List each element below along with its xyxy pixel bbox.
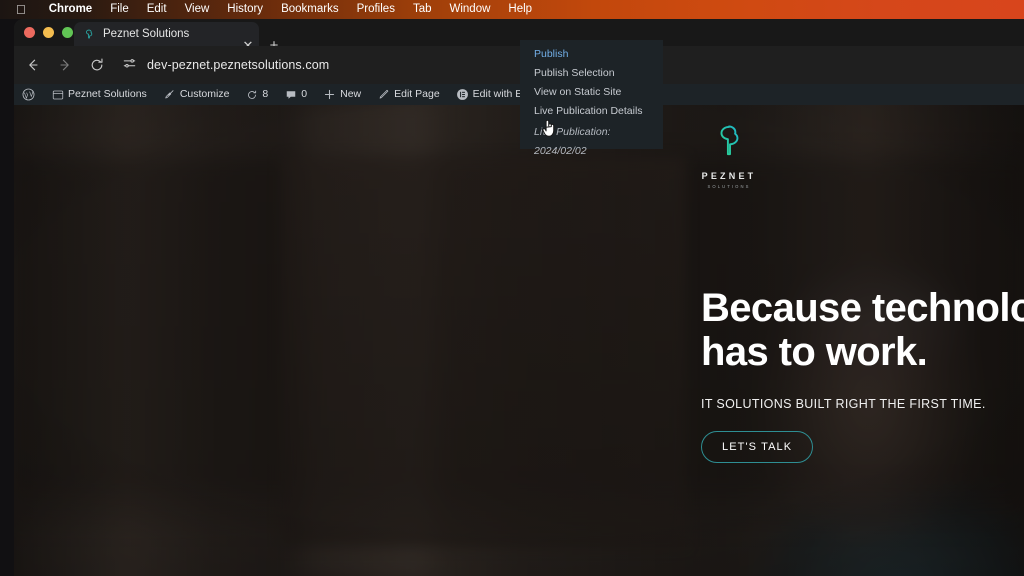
close-window-button[interactable] <box>24 27 35 38</box>
chrome-window: Peznet Solutions ✕ + <box>14 19 1024 576</box>
peznet-tree-logo-icon <box>687 121 771 166</box>
comment-bubble-icon <box>284 88 297 101</box>
menu-item-bookmarks[interactable]: Bookmarks <box>272 0 348 19</box>
admin-bar-updates-count: 8 <box>262 88 269 100</box>
elementor-icon <box>456 88 469 101</box>
reload-icon[interactable] <box>84 52 110 78</box>
site-logo-wordmark: PEZNET <box>701 171 757 181</box>
admin-bar-wordpress-logo[interactable] <box>14 84 43 105</box>
admin-bar-new[interactable]: New <box>315 84 369 105</box>
site-settings-sliders-icon[interactable] <box>122 56 137 74</box>
browser-tab-title: Peznet Solutions <box>103 28 190 40</box>
site-logo[interactable]: PEZNET SOLUTIONS <box>687 121 771 189</box>
menu-item-tab[interactable]: Tab <box>404 0 441 19</box>
hero-subheading: IT SOLUTIONS BUILT RIGHT THE FIRST TIME. <box>701 397 986 411</box>
menu-item-file[interactable]: File <box>101 0 138 19</box>
screen:  Chrome File Edit View History Bookmark… <box>0 0 1024 576</box>
peznet-tree-favicon-icon <box>82 27 96 41</box>
lets-talk-button[interactable]: LET'S TALK <box>701 431 814 463</box>
plus-icon <box>323 88 336 101</box>
staatic-dropdown-menu: Publish Publish Selection View on Static… <box>520 40 663 157</box>
admin-bar-site-name-label: Peznet Solutions <box>68 88 147 100</box>
menu-item-help[interactable]: Help <box>499 0 541 19</box>
admin-bar-edit-page[interactable]: Edit Page <box>369 84 448 105</box>
admin-bar-new-label: New <box>340 88 362 100</box>
menu-item-history[interactable]: History <box>218 0 272 19</box>
admin-bar-site-name[interactable]: Peznet Solutions <box>43 84 155 105</box>
menu-item-profiles[interactable]: Profiles <box>348 0 404 19</box>
menu-item-window[interactable]: Window <box>441 0 500 19</box>
staatic-menu-live-publication-status: Live Publication: 2024/02/02 <box>534 126 611 157</box>
admin-bar-edit-page-label: Edit Page <box>394 88 440 100</box>
updates-refresh-icon <box>245 88 258 101</box>
admin-bar-comments[interactable]: 0 <box>276 84 315 105</box>
menu-item-edit[interactable]: Edit <box>138 0 176 19</box>
macos-menu-bar:  Chrome File Edit View History Bookmark… <box>0 0 1024 19</box>
admin-bar-updates[interactable]: 8 <box>237 84 276 105</box>
hero-heading: Because technology has to work. <box>701 286 1024 374</box>
staatic-menu-item-live-publication-details[interactable]: Live Publication Details <box>520 102 663 121</box>
hero-section: Because technology has to work. IT SOLUT… <box>701 286 1024 463</box>
hero-heading-line1: Because technology <box>701 286 1024 330</box>
page-viewport: PEZNET SOLUTIONS Because technology has … <box>14 105 1024 576</box>
dashboard-site-icon <box>51 88 64 101</box>
wordpress-admin-bar: Peznet Solutions Customize 8 0 New Edit … <box>14 84 1024 105</box>
customize-brush-icon <box>163 88 176 101</box>
menu-item-view[interactable]: View <box>176 0 219 19</box>
browser-tab[interactable]: Peznet Solutions <box>74 22 259 46</box>
staatic-menu-item-publish-selection[interactable]: Publish Selection <box>520 64 663 83</box>
window-controls <box>24 27 73 38</box>
admin-bar-comments-count: 0 <box>301 88 308 100</box>
apple-icon[interactable]:  <box>16 3 26 16</box>
admin-bar-customize-label: Customize <box>179 88 230 100</box>
wordpress-logo-icon <box>22 88 35 101</box>
site-logo-subword: SOLUTIONS <box>707 184 751 189</box>
staatic-menu-item-publish[interactable]: Publish <box>520 45 663 64</box>
menu-item-chrome[interactable]: Chrome <box>40 0 101 19</box>
address-bar-url: dev-peznet.peznetsolutions.com <box>147 58 330 72</box>
browser-toolbar: dev-peznet.peznetsolutions.com <box>14 46 1024 84</box>
admin-bar-customize[interactable]: Customize <box>155 84 238 105</box>
back-arrow-icon[interactable] <box>20 52 46 78</box>
maximize-window-button[interactable] <box>62 27 73 38</box>
staatic-menu-item-view-on-static-site[interactable]: View on Static Site <box>520 83 663 102</box>
hero-heading-line2: has to work. <box>701 330 928 374</box>
forward-arrow-icon[interactable] <box>52 52 78 78</box>
pencil-edit-icon <box>377 88 390 101</box>
minimize-window-button[interactable] <box>43 27 54 38</box>
